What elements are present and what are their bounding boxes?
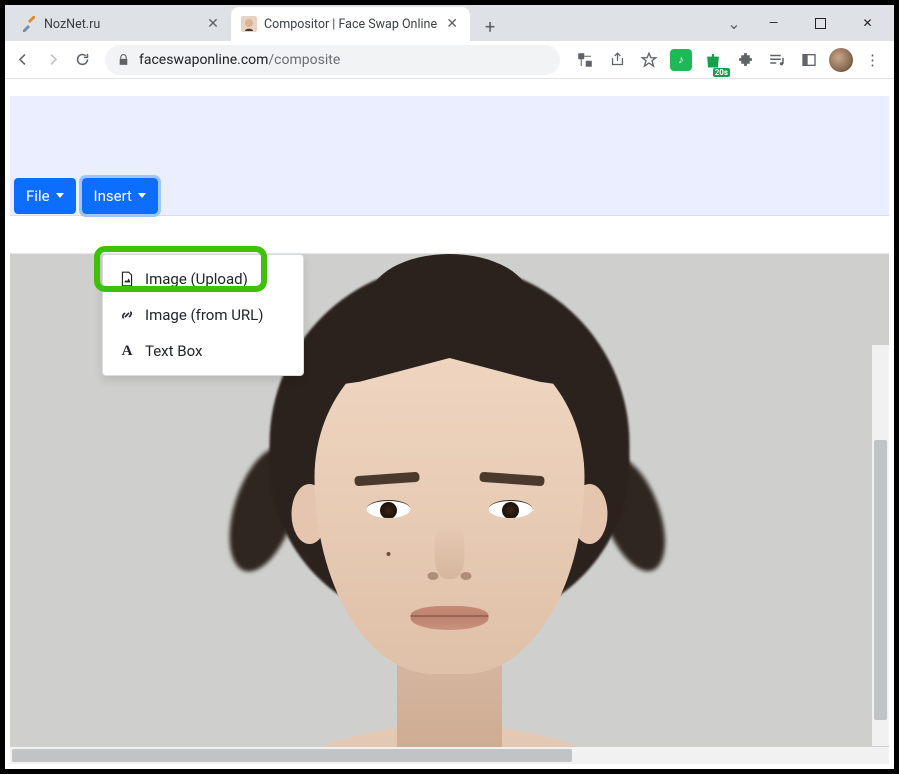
extension-music[interactable]: ♪ [666,45,696,75]
window-controls: ⌄ — ✕ [719,5,894,41]
horizontal-scrollbar[interactable] [10,747,872,764]
close-icon[interactable]: ✕ [444,16,460,32]
scroll-thumb[interactable] [874,440,887,720]
extensions-icon[interactable] [730,45,760,75]
file-button[interactable]: File [14,178,76,214]
url-input[interactable]: faceswaponline.com/composite [105,45,560,75]
wrench-icon [21,16,37,32]
new-tab-button[interactable]: + [476,13,504,41]
close-icon[interactable]: ✕ [205,16,221,32]
address-bar: faceswaponline.com/composite ♪ 20s [5,41,894,79]
caret-down-icon [138,193,146,198]
dropdown-item-label: Text Box [145,342,202,360]
scroll-thumb[interactable] [12,749,572,762]
insert-label: Insert [94,187,132,205]
sidepanel-icon[interactable] [794,45,824,75]
browser-window: NozNet.ru ✕ Compositor | Face Swap Onlin… [0,0,899,774]
playlist-icon[interactable] [762,45,792,75]
scroll-corner [872,747,889,764]
tab-title: Compositor | Face Swap Online [264,17,437,32]
tab-compositor[interactable]: Compositor | Face Swap Online ✕ [231,7,470,41]
image-file-icon [119,271,135,287]
share-icon[interactable] [602,45,632,75]
extension-badge: 20s [713,68,730,77]
dropdown-item-label: Image (from URL) [145,306,263,324]
link-icon [119,307,135,323]
profile-avatar[interactable] [826,45,856,75]
tab-noznet[interactable]: NozNet.ru ✕ [11,7,231,41]
insert-dropdown: Image (Upload) Image (from URL) A Text B… [102,254,304,376]
forward-button[interactable] [40,45,65,75]
app-toolbar: File Insert [10,176,889,216]
lock-icon [117,53,130,67]
file-label: File [26,187,50,205]
sub-toolbar [10,216,889,254]
address-actions: ♪ 20s ⋮ [570,45,888,75]
minimize-button[interactable]: — [751,8,796,38]
font-icon: A [119,343,135,360]
url-text: faceswaponline.com/composite [139,52,340,68]
caret-down-icon [56,193,64,198]
insert-button[interactable]: Insert [82,178,158,214]
translate-icon[interactable] [570,45,600,75]
dropdown-text-box[interactable]: A Text Box [103,333,303,369]
vertical-scrollbar[interactable] [872,345,889,746]
back-button[interactable] [11,45,36,75]
tab-title: NozNet.ru [44,17,198,32]
dropdown-image-upload[interactable]: Image (Upload) [103,261,303,297]
dropdown-image-url[interactable]: Image (from URL) [103,297,303,333]
maximize-button[interactable] [798,8,843,38]
reload-button[interactable] [70,45,95,75]
tabs-dropdown-icon[interactable]: ⌄ [719,8,749,38]
page-viewport: File Insert [10,96,889,764]
dropdown-item-label: Image (Upload) [145,270,248,288]
extension-shopping[interactable]: 20s [698,45,728,75]
star-icon[interactable] [634,45,664,75]
close-window-button[interactable]: ✕ [845,8,890,38]
face-icon [241,16,257,32]
page-header-spacer [10,96,889,176]
tab-strip: NozNet.ru ✕ Compositor | Face Swap Onlin… [5,5,894,41]
kebab-menu-icon[interactable]: ⋮ [858,45,888,75]
